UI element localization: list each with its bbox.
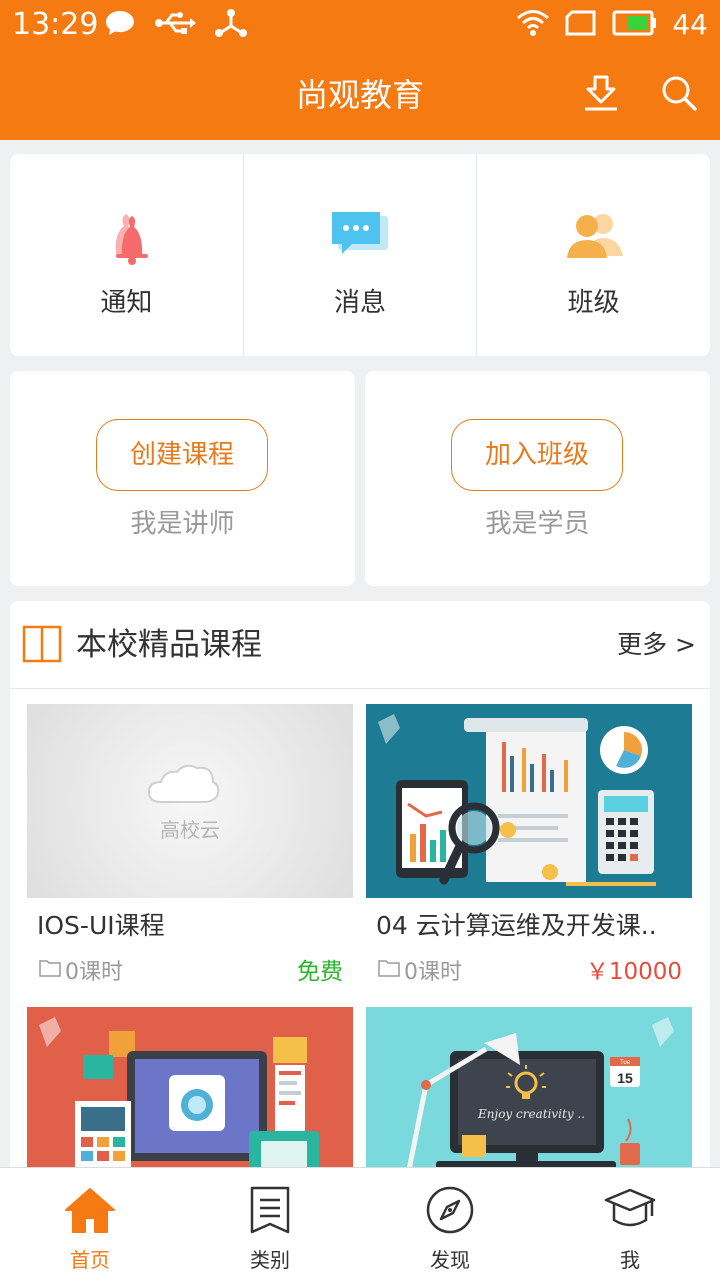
folder-icon — [39, 958, 61, 983]
thumbnail-caption: 高校云 — [160, 818, 220, 842]
nav-home[interactable]: 首页 — [0, 1168, 180, 1280]
nav-label: 类别 — [250, 1248, 290, 1272]
quick-item-label: 班级 — [567, 288, 620, 318]
course-card[interactable]: 高校云 IOS-UI课程 0课时 免费 — [27, 704, 353, 990]
section-title: 本校精品课程 — [76, 627, 262, 663]
courses-header: 本校精品课程 更多 > — [10, 601, 710, 689]
nav-label: 我 — [620, 1248, 640, 1272]
teacher-card: 创建课程 我是讲师 — [10, 371, 355, 586]
course-thumbnail: 高校云 — [27, 704, 353, 898]
quick-item-notification[interactable]: 通知 — [10, 154, 243, 356]
wifi-icon — [516, 9, 550, 41]
quick-item-label: 通知 — [100, 288, 153, 318]
thumbnail-caption: Enjoy creativity .. — [478, 1107, 586, 1121]
course-price: ￥10000 — [585, 959, 682, 985]
student-card: 加入班级 我是学员 — [365, 371, 710, 586]
featured-courses: 本校精品课程 更多 > 高校云 IOS-UI课程 0课时 免费 04 云计算运维… — [10, 601, 710, 1201]
course-thumbnail — [366, 704, 692, 898]
course-card[interactable]: 04 云计算运维及开发课.. 0课时 ￥10000 — [366, 704, 692, 990]
download-button[interactable] — [579, 73, 623, 117]
nav-me[interactable]: 我 — [540, 1168, 720, 1280]
lesson-count: 0课时 — [39, 954, 123, 986]
battery-icon — [612, 10, 658, 40]
teacher-subtitle: 我是讲师 — [130, 509, 235, 539]
bottom-navigation: 首页 类别 发现 我 — [0, 1167, 720, 1280]
users-icon — [558, 202, 630, 274]
usb-icon — [154, 10, 196, 40]
chat-icon — [324, 202, 396, 274]
graduation-cap-icon — [602, 1184, 658, 1236]
course-meta: 0课时 ￥10000 — [366, 950, 692, 990]
course-title: IOS-UI课程 — [37, 911, 165, 940]
status-bar: 13:29 44 — [0, 0, 720, 50]
lesson-count-label: 0课时 — [65, 960, 123, 985]
sim-icon — [564, 9, 598, 41]
quick-item-label: 消息 — [334, 288, 387, 318]
student-subtitle: 我是学员 — [485, 509, 590, 539]
quick-item-class[interactable]: 班级 — [476, 154, 710, 356]
course-price: 免费 — [297, 959, 343, 985]
calendar-day: 15 — [617, 1070, 633, 1086]
nav-discover[interactable]: 发现 — [360, 1168, 540, 1280]
home-icon — [62, 1184, 118, 1236]
bell-icon — [90, 202, 162, 274]
calendar-month: Tue — [620, 1060, 631, 1066]
folder-icon — [378, 958, 400, 983]
share-nodes-icon — [214, 8, 248, 42]
compass-icon — [422, 1184, 478, 1236]
status-right-icons: 44 — [516, 6, 708, 44]
join-class-button[interactable]: 加入班级 — [451, 419, 623, 491]
cloud-icon — [147, 764, 220, 803]
more-link[interactable]: 更多 > — [617, 627, 696, 663]
list-icon — [242, 1184, 298, 1236]
search-icon — [659, 73, 699, 117]
lesson-count: 0课时 — [378, 954, 462, 986]
quick-actions: 通知 消息 班级 — [10, 154, 710, 356]
battery-level: 44 — [672, 8, 708, 41]
app-header: 尚观教育 — [0, 50, 720, 140]
search-button[interactable] — [657, 73, 701, 117]
nav-category[interactable]: 类别 — [180, 1168, 360, 1280]
quick-item-messages[interactable]: 消息 — [242, 154, 477, 356]
nav-label: 发现 — [430, 1248, 470, 1272]
status-left-icons — [104, 8, 248, 42]
download-icon — [581, 73, 621, 117]
course-title: 04 云计算运维及开发课.. — [376, 911, 657, 940]
nav-label: 首页 — [70, 1248, 110, 1272]
course-meta: 0课时 免费 — [27, 950, 353, 990]
create-course-button[interactable]: 创建课程 — [96, 419, 268, 491]
chat-bubble-icon — [104, 9, 136, 41]
lesson-count-label: 0课时 — [404, 960, 462, 985]
analytics-illustration — [378, 714, 656, 886]
status-time: 13:29 — [12, 7, 99, 42]
book-icon — [22, 625, 62, 667]
